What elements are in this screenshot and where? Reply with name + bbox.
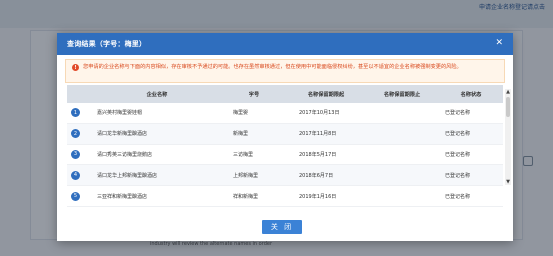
reserve-start-cell: 2017年10月13日 — [299, 110, 340, 117]
scroll-up-arrow-icon[interactable]: ▲ — [505, 89, 511, 95]
similarity-warning: ! 您申请的企业名称与下面的内容相似，存在审核不予通过的可能。也存在虽然审核通过… — [65, 59, 505, 83]
status-cell: 已登记名称 — [445, 193, 471, 200]
scroll-down-arrow-icon[interactable]: ▼ — [505, 179, 511, 185]
col-trade-name: 字号 — [248, 91, 260, 98]
trade-name-cell: 上邦新梅里 — [233, 172, 259, 179]
row-index-badge: 1 — [71, 108, 80, 118]
trade-name-cell: 祥和新梅里 — [233, 193, 259, 200]
table-row[interactable]: 2 请口龙华新梅里酿酒店 新梅里 2017年11月8日 已登记名称 — [67, 123, 503, 145]
row-index-badge: 3 — [71, 149, 80, 159]
dialog-header: 查询结果（字号：梅里） ✕ — [57, 33, 513, 55]
status-cell: 已登记名称 — [445, 151, 471, 158]
row-index-badge: 4 — [71, 170, 80, 180]
col-reserve-start: 名称保留期限起 — [307, 91, 345, 98]
reserve-start-cell: 2017年11月8日 — [299, 131, 337, 138]
table-row[interactable]: 5 三亚祥和新梅里酿酒店 祥和新梅里 2019年1月16日 已登记名称 — [67, 186, 503, 207]
status-cell: 已登记名称 — [445, 172, 471, 179]
trade-name-cell: 新梅里 — [233, 131, 249, 138]
company-name-cell: 三亚祥和新梅里酿酒店 — [97, 193, 148, 200]
close-icon[interactable]: ✕ — [495, 39, 503, 48]
trade-name-cell: 三访梅里 — [233, 151, 254, 158]
trade-name-cell: 梅里婴 — [233, 110, 249, 117]
status-cell: 已登记名称 — [445, 110, 471, 117]
dialog-title: 查询结果（字号：梅里） — [67, 40, 147, 48]
table-scrollbar[interactable]: ▲ ▼ — [505, 89, 511, 185]
reserve-start-cell: 2018年6月7日 — [299, 172, 334, 179]
table-row[interactable]: 3 请口秀英三访梅里烧鹅店 三访梅里 2018年5月17日 已登记名称 — [67, 145, 503, 166]
exclamation-icon: ! — [72, 64, 79, 71]
company-name-cell: 请口龙华上邦新梅里酿酒店 — [97, 172, 158, 179]
col-name-status: 名称状态 — [460, 91, 482, 98]
query-result-dialog: 查询结果（字号：梅里） ✕ ! 您申请的企业名称与下面的内容相似，存在审核不予通… — [57, 33, 513, 241]
table-row[interactable]: 4 请口龙华上邦新梅里酿酒店 上邦新梅里 2018年6月7日 已登记名称 — [67, 165, 503, 187]
table-header: 企业名称 字号 名称保留期限起 名称保留期限止 名称状态 — [67, 85, 503, 103]
col-company-name: 企业名称 — [146, 91, 168, 98]
table-row[interactable]: 1 嘉兴英村梅里婴娃帽 梅里婴 2017年10月13日 已登记名称 — [67, 103, 503, 124]
col-reserve-end: 名称保留期限止 — [383, 91, 421, 98]
status-cell: 已登记名称 — [445, 131, 471, 138]
scroll-thumb[interactable] — [506, 97, 510, 117]
company-name-cell: 请口秀英三访梅里烧鹅店 — [97, 151, 153, 158]
close-button[interactable]: 关 闭 — [262, 220, 302, 234]
reserve-start-cell: 2018年5月17日 — [299, 151, 337, 158]
warning-text: 您申请的企业名称与下面的内容相似，存在审核不予通过的可能。也存在虽然审核通过，但… — [83, 64, 462, 70]
row-index-badge: 5 — [71, 191, 80, 201]
row-index-badge: 2 — [71, 129, 80, 139]
company-name-cell: 请口龙华新梅里酿酒店 — [97, 131, 148, 138]
results-table: 企业名称 字号 名称保留期限起 名称保留期限止 名称状态 1 嘉兴英村梅里婴娃帽… — [67, 85, 503, 207]
reserve-start-cell: 2019年1月16日 — [299, 193, 337, 200]
company-name-cell: 嘉兴英村梅里婴娃帽 — [97, 110, 143, 117]
table-body: 1 嘉兴英村梅里婴娃帽 梅里婴 2017年10月13日 已登记名称 2 请口龙华… — [67, 103, 503, 207]
